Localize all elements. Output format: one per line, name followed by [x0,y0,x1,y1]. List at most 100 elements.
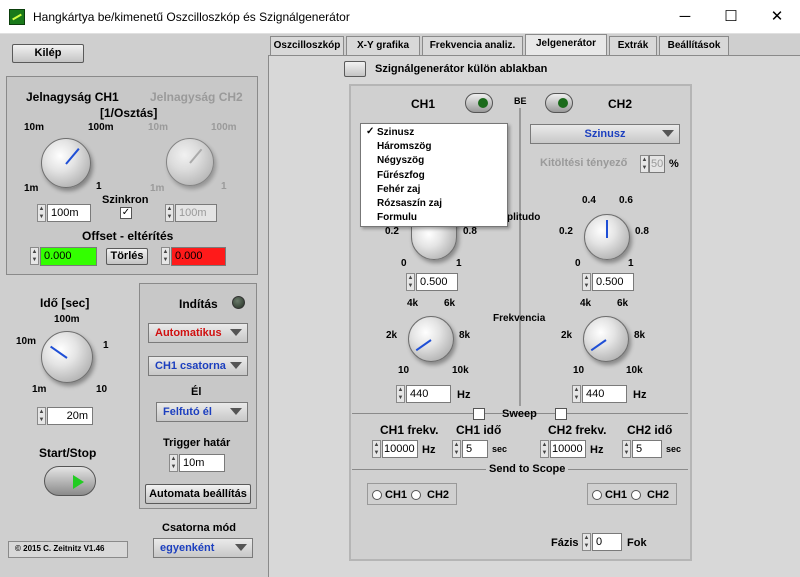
ch2-frequency-knob[interactable] [583,316,629,362]
ch2-enable-toggle[interactable] [545,93,573,113]
ch2-sweep-checkbox[interactable] [555,408,567,420]
ch2-waveform-dropdown[interactable]: Szinusz [530,124,680,144]
ch2-amplitude-value[interactable]: 100m [175,204,217,222]
time-knob[interactable] [41,331,93,383]
phase-label: Fázis [551,537,579,549]
toggle-led [558,98,568,108]
trigger-edge-dropdown[interactable]: Felfutó él [156,402,248,422]
ch1-enable-toggle[interactable] [465,93,493,113]
freq-tick: 4k [407,298,419,309]
ch2-sweep-freq-value[interactable]: 10000 [550,440,586,458]
knob-needle [189,148,203,164]
ch1-send-ch1-radio[interactable] [372,490,382,500]
offset-ch1-value[interactable]: 0.000 [40,247,97,266]
start-stop-label: Start/Stop [39,446,97,460]
tab-extras[interactable]: Extrák [609,36,657,55]
ch1-send-ch2-radio[interactable] [411,490,421,500]
sync-checkbox[interactable]: ✓ [120,207,132,219]
menu-item-pink-noise[interactable]: Rózsaszín zaj [361,197,507,211]
amp-tick: 0.2 [559,226,573,237]
frequency-label: Frekvencia [493,313,546,324]
ch1-sweep-checkbox[interactable] [473,408,485,420]
ch2-sweep-time-value[interactable]: 5 [632,440,662,458]
tab-xy-graph[interactable]: X-Y grafika [346,36,420,55]
duty-value[interactable]: 50 [649,155,665,173]
menu-item-formula[interactable]: Formulu [361,211,507,225]
menu-item-white-noise[interactable]: Fehér zaj [361,183,507,197]
exit-button[interactable]: Kilép [12,44,84,63]
ch2-freq-value[interactable]: 440 [582,385,627,403]
trigger-channel-dropdown[interactable]: CH1 csatorna [148,356,248,376]
offset-ch1-spinner[interactable]: ▲ ▼ [30,247,39,265]
ch1-amplitude-knob[interactable] [41,138,91,188]
clear-offset-button[interactable]: Törlés [106,248,148,265]
tab-oscilloscope[interactable]: Oszcilloszkóp [270,36,344,55]
trigger-mode-dropdown[interactable]: Automatikus [148,323,248,343]
ch2-amplitude-knob[interactable] [166,138,214,186]
phase-spinner[interactable]: ▲ ▼ [582,533,591,551]
knob-tick: 1 [96,181,102,192]
trigger-start-label: Indítás [179,297,218,311]
separate-window-button[interactable] [344,61,366,77]
ch1-frequency-knob[interactable] [408,316,454,362]
time-spinner[interactable]: ▲ ▼ [37,407,46,425]
chevron-down-icon [235,544,247,551]
offset-ch2-spinner[interactable]: ▲ ▼ [161,247,170,265]
tab-settings[interactable]: Beállítások [659,36,729,55]
ch1-sweep-freq-label: CH1 frekv. [380,423,439,437]
time-value[interactable]: 20m [47,407,93,425]
freq-tick: 8k [634,330,646,341]
phase-value[interactable]: 0 [592,533,622,551]
trigger-led [232,296,245,309]
ch2-freq-spinner[interactable]: ▲ ▼ [572,385,581,403]
ch2-amplitude-spinner[interactable]: ▲ ▼ [165,204,174,222]
knob-needle [590,339,607,352]
duty-cycle-label: Kitöltési tényező [540,157,628,169]
ch1-amplitude-spinner[interactable]: ▲ ▼ [37,204,46,222]
ch1-amp-value[interactable]: 0.500 [416,273,458,291]
ch2-sweep-time-spinner[interactable]: ▲ ▼ [622,440,631,458]
radio-label: CH2 [427,489,450,501]
maximize-button[interactable]: ☐ [708,0,754,34]
tab-signal-generator[interactable]: Jelgenerátor [525,34,607,55]
menu-item-sine[interactable]: Szinusz [361,126,507,140]
channel-mode-dropdown[interactable]: egyenként [153,538,253,558]
ch2-sweep-freq-label: CH2 frekv. [548,423,607,437]
menu-item-sawtooth[interactable]: Fűrészfog [361,169,507,183]
ch1-sweep-time-spinner[interactable]: ▲ ▼ [452,440,461,458]
phase-unit-label: Fok [627,537,647,549]
minimize-button[interactable]: ─ [662,0,708,34]
ch1-sweep-time-value[interactable]: 5 [462,440,488,458]
knob-tick: 1m [150,183,165,194]
ch2-send-ch2-radio[interactable] [631,490,641,500]
tab-frequency-analysis[interactable]: Frekvencia analiz. [422,36,523,55]
hz-label: Hz [457,389,471,401]
on-label: BE [514,96,527,106]
offset-ch2-value[interactable]: 0.000 [171,247,226,266]
ch2-amp-value[interactable]: 0.500 [592,273,634,291]
ch1-amplitude-value[interactable]: 100m [47,204,91,222]
ch2-amplitude-knob-gen[interactable] [584,214,630,260]
auto-setup-button[interactable]: Automata beállítás [145,484,251,504]
ch1-sweep-freq-value[interactable]: 10000 [382,440,418,458]
start-stop-button[interactable] [44,466,96,496]
ch1-freq-spinner[interactable]: ▲ ▼ [396,385,405,403]
ch1-freq-value[interactable]: 440 [406,385,451,403]
menu-item-square[interactable]: Négyszög [361,154,507,168]
chevron-down-icon [230,362,242,369]
menu-item-triangle[interactable]: Háromszög [361,140,507,154]
ch2-amp-spinner[interactable]: ▲ ▼ [582,273,591,291]
ch1-sweep-freq-spinner[interactable]: ▲ ▼ [372,440,381,458]
close-button[interactable]: ✕ [754,0,800,34]
freq-tick: 2k [386,330,398,341]
amp-tick: 0.4 [582,195,596,206]
edge-label: Él [191,386,202,398]
threshold-value[interactable]: 10m [179,454,225,472]
ch1-amp-spinner[interactable]: ▲ ▼ [406,273,415,291]
amp-tick: 1 [628,258,634,269]
ch2-send-ch1-radio[interactable] [592,490,602,500]
ch2-sweep-freq-spinner[interactable]: ▲ ▼ [540,440,549,458]
duty-spinner[interactable]: ▲ ▼ [640,155,649,173]
threshold-spinner[interactable]: ▲ ▼ [169,454,178,472]
send-to-scope-label: Send to Scope [486,463,569,475]
